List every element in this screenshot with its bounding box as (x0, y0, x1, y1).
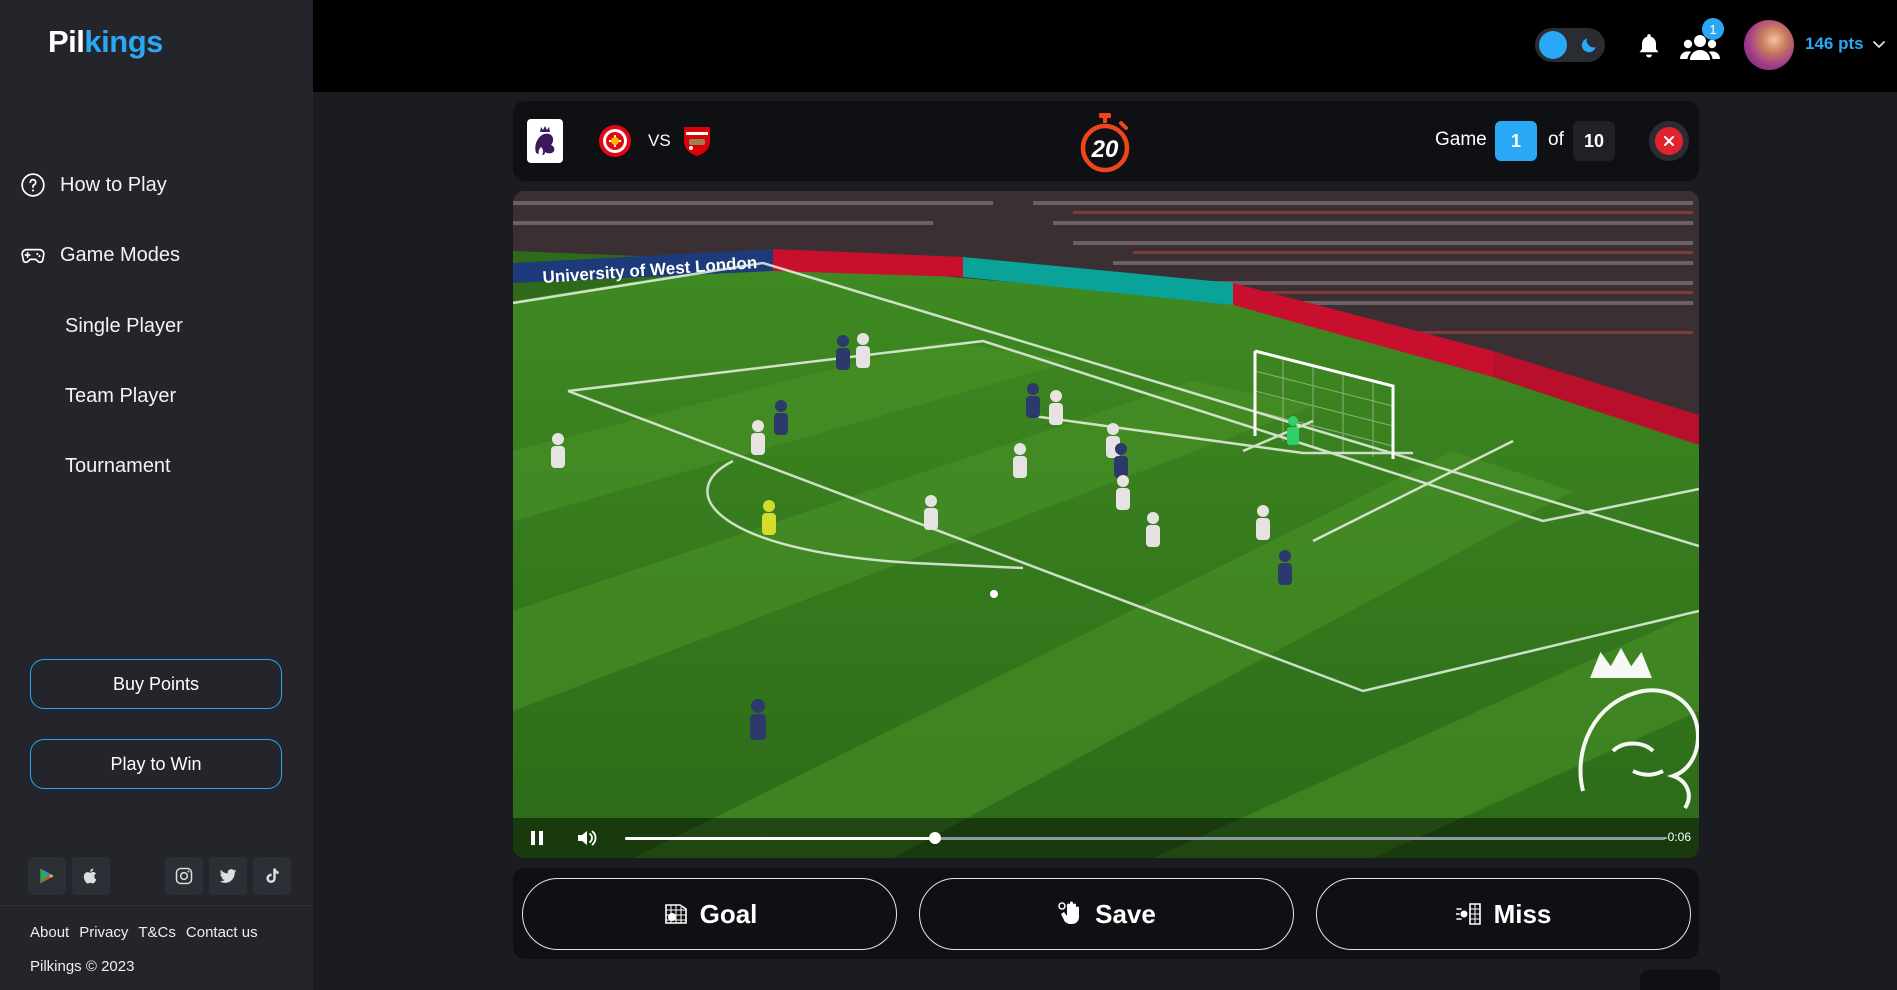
instagram-link[interactable] (165, 857, 203, 895)
avatar[interactable] (1744, 20, 1794, 70)
close-game-button[interactable] (1649, 121, 1689, 161)
video-progress-bar[interactable] (625, 832, 1665, 844)
prediction-bar: Goal Save Miss (513, 868, 1699, 959)
play-to-win-button[interactable]: Play to Win (30, 739, 282, 789)
goal-button[interactable]: Goal (522, 878, 897, 950)
nav-how-to-play-label: How to Play (60, 173, 167, 196)
timer-value: 20 (1091, 136, 1119, 163)
total-games-number: 10 (1573, 121, 1615, 161)
logo-text-kings: kings (84, 24, 163, 59)
app-store-links (28, 857, 110, 895)
game-label: Game (1435, 129, 1487, 150)
save-button-label: Save (1095, 898, 1156, 929)
footer-link-terms[interactable]: T&Cs (138, 924, 176, 941)
save-button[interactable]: Save (919, 878, 1294, 950)
social-links (165, 857, 291, 895)
sidebar-divider (0, 905, 313, 906)
twitter-link[interactable] (209, 857, 247, 895)
theme-toggle[interactable] (1535, 28, 1605, 62)
versus-label: VS (648, 131, 671, 150)
google-play-link[interactable] (28, 857, 66, 895)
mode-single-player[interactable]: Single Player (65, 315, 183, 338)
time-remaining: -0:06 (1663, 830, 1691, 844)
google-play-icon (40, 868, 54, 884)
scroll-peek-panel (1640, 970, 1720, 990)
bell-icon[interactable] (1636, 32, 1662, 60)
moon-icon (1581, 38, 1596, 53)
footer-link-privacy[interactable]: Privacy (79, 924, 128, 941)
video-progress-thumb[interactable] (928, 832, 941, 844)
points-display[interactable]: 146 pts (1805, 34, 1864, 54)
twitter-icon (219, 869, 237, 883)
close-icon (1664, 136, 1674, 146)
current-game-number: 1 (1495, 121, 1537, 161)
app-logo[interactable]: Pilkings (48, 24, 163, 60)
logo-text-pil: Pil (48, 24, 85, 59)
game-info-bar: VS 20 Game 1 of 10 (513, 101, 1699, 181)
volume-icon[interactable] (575, 827, 599, 849)
arsenal-crest (684, 127, 710, 156)
goal-net-icon (664, 904, 687, 924)
buy-points-button[interactable]: Buy Points (30, 659, 282, 709)
mode-team-player[interactable]: Team Player (65, 385, 176, 408)
video-progress-fill (625, 837, 935, 840)
help-circle-icon (21, 173, 45, 197)
premier-league-logo (527, 119, 563, 163)
instagram-icon (175, 867, 193, 885)
nav-game-modes-label: Game Modes (60, 243, 181, 266)
copyright: Pilkings © 2023 (30, 958, 135, 975)
sidebar: Pilkings How to Play Game Modes Single P… (0, 0, 313, 990)
tiktok-link[interactable] (253, 857, 291, 895)
apple-icon (83, 868, 97, 884)
nav-how-to-play[interactable]: How to Play (20, 172, 167, 198)
mode-tournament[interactable]: Tournament (65, 455, 171, 478)
video-controls: -0:06 (513, 818, 1699, 858)
of-label: of (1548, 129, 1564, 150)
notification-badge: 1 (1702, 18, 1724, 40)
miss-button[interactable]: Miss (1316, 878, 1691, 950)
chevron-down-icon[interactable] (1871, 36, 1887, 52)
nav-game-modes[interactable]: Game Modes (20, 242, 180, 268)
pause-icon[interactable] (527, 828, 547, 848)
goal-button-label: Goal (699, 898, 758, 929)
toggle-knob (1539, 31, 1567, 59)
tiktok-icon (266, 868, 279, 883)
missed-shot-icon (1455, 903, 1481, 925)
app-store-link[interactable] (72, 857, 110, 895)
footer-link-about[interactable]: About (30, 924, 69, 941)
footer-links: About Privacy T&Cs Contact us (30, 924, 258, 941)
brentford-crest (599, 125, 631, 157)
miss-button-label: Miss (1493, 898, 1552, 929)
gamepad-icon (21, 248, 45, 264)
match-footage: University of West London (513, 191, 1699, 858)
video-player[interactable]: University of West London -0:06 (513, 191, 1699, 858)
stopwatch-timer: 20 (1080, 113, 1130, 173)
footer-link-contact[interactable]: Contact us (186, 924, 258, 941)
goalkeeper-glove-icon (1058, 901, 1080, 924)
